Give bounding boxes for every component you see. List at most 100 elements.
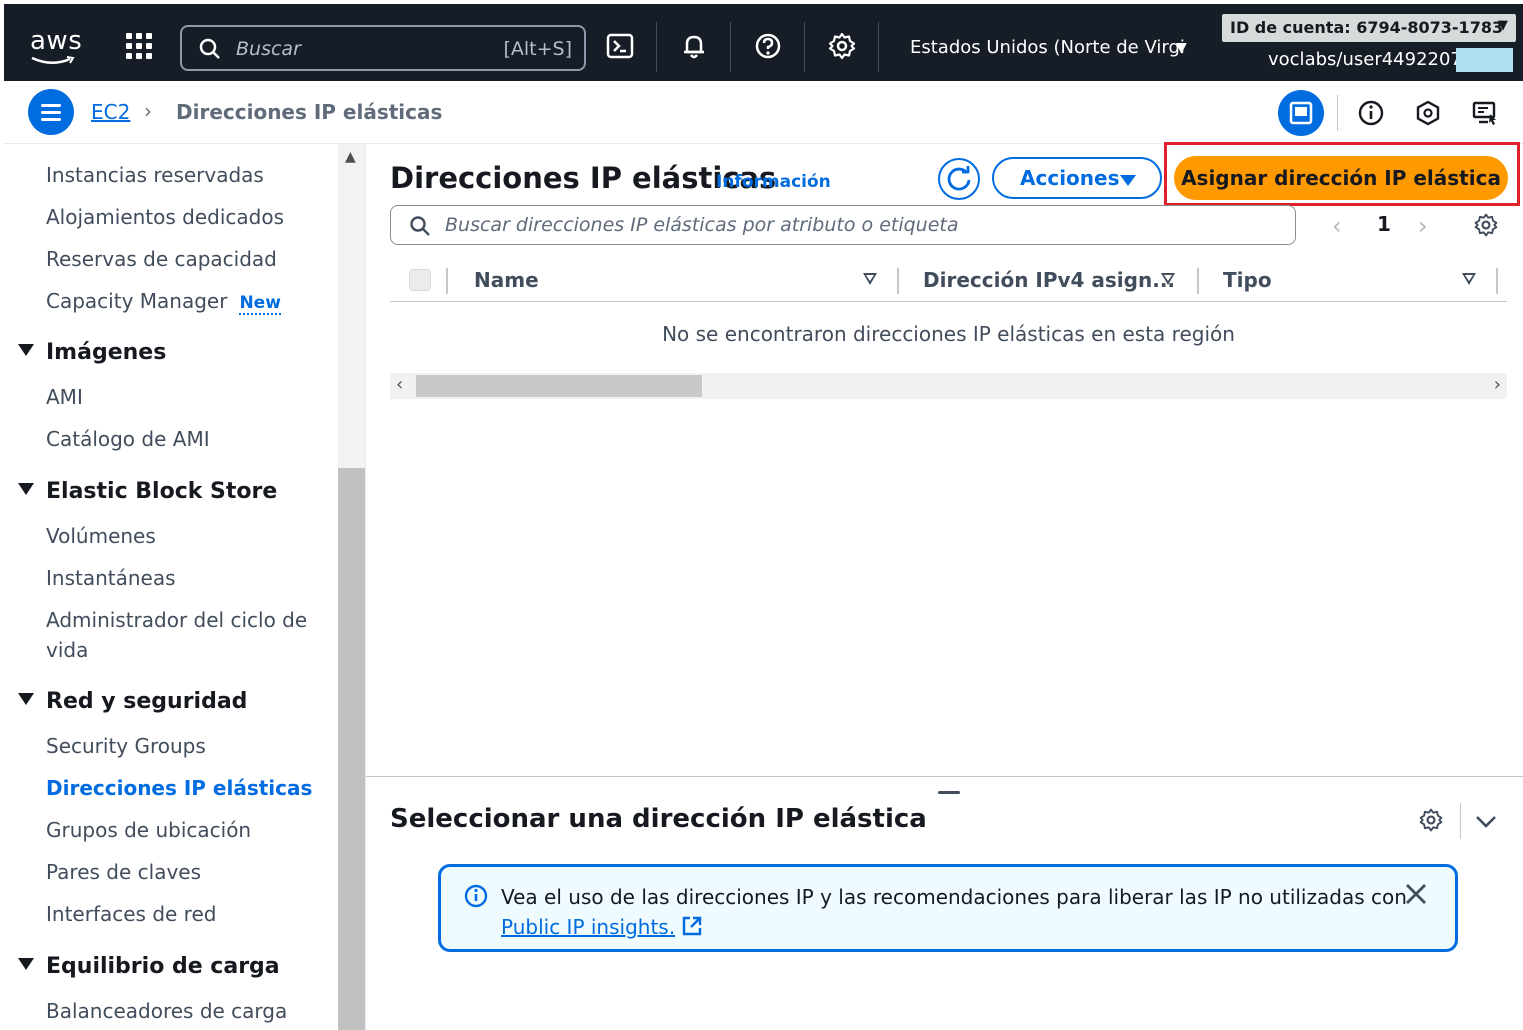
empty-state-message: No se encontraron direcciones IP elástic… (662, 322, 1235, 346)
scroll-up-icon[interactable]: ▲ (345, 149, 356, 165)
sidebar-scrollbar[interactable]: ▲ (338, 144, 365, 1030)
sidebar-item-ami[interactable]: AMI (46, 382, 83, 412)
filter-search-input[interactable]: Buscar direcciones IP elásticas por atri… (390, 205, 1296, 245)
search-placeholder: Buscar (236, 38, 301, 60)
bell-icon[interactable] (679, 31, 709, 61)
previous-page-icon[interactable]: ‹ (1332, 212, 1342, 240)
sidebar-item-elastic-ips[interactable]: Direcciones IP elásticas (46, 773, 312, 803)
actions-label: Acciones (1020, 166, 1120, 190)
global-search-input[interactable]: Buscar [Alt+S] (180, 25, 586, 71)
alert-text: Vea el uso de las direcciones IP y las r… (501, 885, 1407, 909)
sidebar-item-network-interfaces[interactable]: Interfaces de red (46, 899, 216, 929)
highlight-box (1164, 142, 1520, 206)
breadcrumb-bar: EC2 › Direcciones IP elásticas (4, 81, 1523, 144)
user-menu[interactable]: voclabs/user4492207= (1268, 49, 1477, 70)
section-title: Elastic Block Store (46, 479, 278, 504)
account-id-menu[interactable]: ID de cuenta: 6794-8073-1783 ▼ (1222, 14, 1516, 42)
resize-handle[interactable] (938, 791, 960, 794)
column-type[interactable]: Tipo (1223, 268, 1272, 292)
sidebar-item-dedicated-hosts[interactable]: Alojamientos dedicados (46, 202, 284, 232)
split-panel: Seleccionar una dirección IP elástica Ve… (366, 776, 1523, 1030)
sidebar-item-clipped (46, 144, 52, 156)
preferences-gear-icon[interactable] (1473, 212, 1499, 238)
section-title: Red y seguridad (46, 689, 248, 714)
scroll-left-icon[interactable]: ‹ (396, 374, 403, 395)
section-title: Imágenes (46, 340, 167, 365)
panel-icon (1289, 101, 1313, 125)
sort-icon[interactable] (863, 273, 877, 285)
gear-icon[interactable] (827, 31, 857, 61)
cloudshell-icon[interactable] (605, 31, 635, 61)
column-name[interactable]: Name (474, 268, 539, 292)
column-ipv4[interactable]: Dirección IPv4 asign... (923, 268, 1175, 292)
services-grid-icon[interactable] (126, 33, 152, 59)
sidebar-item-ami-catalog[interactable]: Catálogo de AMI (46, 424, 210, 454)
info-alert: Vea el uso de las direcciones IP y las r… (438, 864, 1458, 952)
actions-dropdown-button[interactable]: Acciones (992, 157, 1162, 199)
sidebar-item-capacity-manager[interactable]: Capacity Manager New (46, 286, 281, 318)
sort-icon[interactable] (1462, 273, 1476, 285)
sidebar-item-reserved-instances[interactable]: Instancias reservadas (46, 160, 264, 190)
help-icon[interactable] (753, 31, 783, 61)
split-panel-toggle-button[interactable] (1278, 90, 1324, 136)
sidebar-item-load-balancers[interactable]: Balanceadores de carga (46, 996, 287, 1026)
filter-placeholder: Buscar direcciones IP elásticas por atri… (445, 214, 959, 236)
split-panel-gear-icon[interactable] (1418, 807, 1444, 833)
sidebar-item-volumes[interactable]: Volúmenes (46, 521, 156, 551)
public-ip-insights-link[interactable]: Public IP insights. (501, 915, 675, 939)
sidebar-section-network-security[interactable]: Red y seguridad (18, 689, 247, 714)
sort-icon[interactable] (1161, 273, 1175, 285)
scroll-right-icon[interactable]: › (1494, 374, 1501, 395)
section-title: Equilibrio de carga (46, 954, 280, 979)
next-page-icon[interactable]: › (1418, 212, 1428, 240)
alert-message: Vea el uso de las direcciones IP y las r… (501, 882, 1407, 942)
aws-logo[interactable]: aws (30, 26, 82, 56)
table-horizontal-scrollbar[interactable]: ‹ › (390, 373, 1507, 399)
sidebar-section-images[interactable]: Imágenes (18, 340, 166, 365)
chevron-down-icon: ▼ (1498, 18, 1508, 33)
hexagon-icon (1416, 100, 1440, 126)
caret-down-icon (18, 958, 34, 970)
breadcrumb-ec2-link[interactable]: EC2 (91, 100, 130, 124)
new-badge: New (239, 293, 281, 315)
redacted-block (1456, 48, 1513, 72)
hamburger-menu-button[interactable] (28, 89, 74, 135)
select-all-checkbox[interactable] (409, 269, 431, 291)
sidebar-item-placement-groups[interactable]: Grupos de ubicación (46, 815, 251, 845)
region-caret-icon[interactable]: ▼ (1176, 40, 1187, 56)
region-selector[interactable]: Estados Unidos (Norte de Virgi (910, 37, 1185, 58)
refresh-button[interactable] (938, 158, 980, 200)
sidebar-item-capacity-reservations[interactable]: Reservas de capacidad (46, 244, 277, 274)
sidebar-item-snapshots[interactable]: Instantáneas (46, 563, 176, 593)
screen-cursor-icon (1472, 101, 1496, 125)
search-shortcut: [Alt+S] (503, 38, 572, 60)
close-icon[interactable] (1403, 881, 1429, 907)
breadcrumb-separator-icon: › (144, 99, 152, 123)
caret-down-icon (18, 693, 34, 705)
info-icon (1358, 100, 1384, 126)
sidebar-section-load-balancing[interactable]: Equilibrio de carga (18, 954, 280, 979)
aws-smile-icon (31, 56, 75, 64)
refresh-icon (947, 166, 971, 191)
sidebar-scrollbar-thumb[interactable] (338, 468, 365, 1030)
sidebar-item-security-groups[interactable]: Security Groups (46, 731, 206, 761)
scrollbar-thumb[interactable] (416, 375, 702, 397)
sidebar-item-label: Capacity Manager (46, 289, 228, 313)
info-link[interactable]: Información (716, 172, 831, 192)
split-panel-title: Seleccionar una dirección IP elástica (390, 804, 927, 834)
caret-down-icon (18, 344, 34, 356)
account-id-label: ID de cuenta: 6794-8073-1783 (1230, 18, 1504, 37)
sidebar-item-key-pairs[interactable]: Pares de claves (46, 857, 201, 887)
resources-panel-button[interactable] (1405, 90, 1451, 136)
search-icon (199, 38, 220, 59)
info-panel-button[interactable] (1348, 90, 1394, 136)
info-icon (464, 884, 488, 908)
sidebar-section-ebs[interactable]: Elastic Block Store (18, 479, 277, 504)
sidebar-item-lifecycle-manager[interactable]: Administrador del ciclo de (46, 605, 307, 635)
tutorial-panel-button[interactable] (1462, 90, 1508, 136)
chevron-down-icon[interactable] (1472, 807, 1500, 835)
page-number[interactable]: 1 (1377, 212, 1391, 236)
sidebar-item-lifecycle-manager-line2[interactable]: vida (46, 635, 88, 665)
side-navigation: Instancias reservadas Alojamientos dedic… (4, 144, 366, 1030)
external-link-icon[interactable] (681, 915, 703, 937)
